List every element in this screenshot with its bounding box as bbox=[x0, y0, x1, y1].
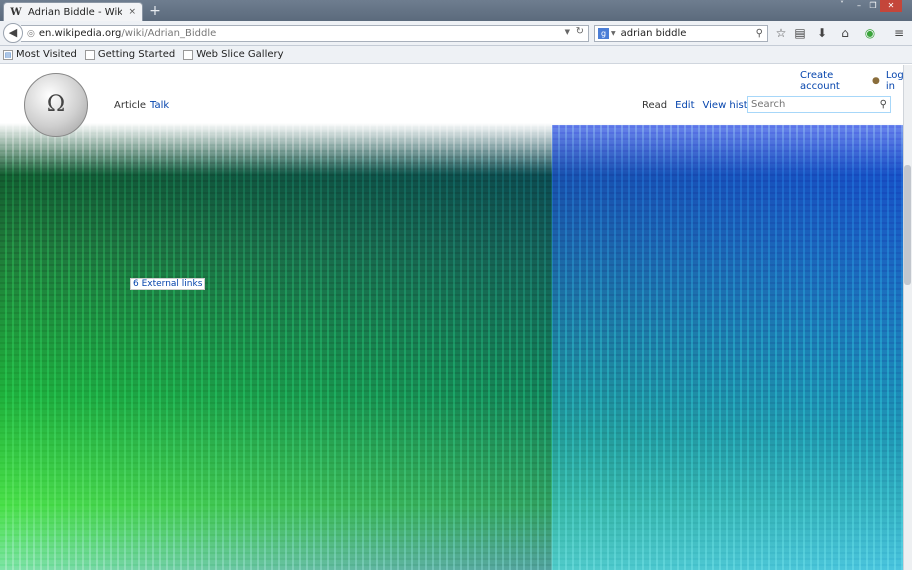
minimize-button[interactable]: – bbox=[852, 0, 866, 12]
home-icon[interactable]: ⌂ bbox=[836, 25, 854, 42]
user-icon: ● bbox=[872, 76, 880, 86]
window-controls: – ❐ ✕ bbox=[852, 0, 902, 12]
page-icon bbox=[183, 49, 194, 60]
addon-icon[interactable]: ◉ bbox=[861, 25, 879, 42]
back-button[interactable]: ◀ bbox=[3, 23, 23, 43]
search-icon[interactable]: ⚲ bbox=[880, 99, 887, 110]
tab-article[interactable]: Article bbox=[114, 100, 147, 111]
tab-title: Adrian Biddle - Wikipedia, the ... bbox=[28, 6, 123, 18]
new-tab-button[interactable]: + bbox=[148, 3, 162, 19]
url-dropdown-icon[interactable]: ▼ bbox=[565, 28, 570, 36]
download-icon[interactable]: ⬇ bbox=[813, 25, 831, 42]
page-icon bbox=[84, 49, 95, 60]
folder-icon: ▤ bbox=[3, 49, 13, 60]
wiki-search-input[interactable] bbox=[751, 99, 880, 110]
create-account-link[interactable]: Create account bbox=[800, 70, 866, 92]
personal-tools: Create account ● Log in bbox=[800, 70, 912, 92]
window-titlebar: W Adrian Biddle - Wikipedia, the ... × +… bbox=[0, 0, 912, 21]
globe-icon: ◎ bbox=[27, 28, 35, 39]
tab-close-icon[interactable]: × bbox=[128, 7, 136, 17]
bookmarks-toolbar: ▤ Most Visited Getting Started Web Slice… bbox=[0, 46, 912, 64]
reading-list-icon[interactable]: ▤ bbox=[791, 25, 809, 42]
google-icon[interactable]: g bbox=[598, 28, 609, 39]
search-icon[interactable]: ⚲ bbox=[756, 28, 763, 39]
bookmark-getting-started[interactable]: Getting Started bbox=[84, 49, 175, 60]
tab-talk[interactable]: Talk bbox=[150, 100, 169, 111]
reload-icon[interactable]: ↻ bbox=[576, 26, 584, 37]
search-input[interactable]: adrian biddle bbox=[621, 28, 756, 39]
bookmark-most-visited[interactable]: ▤ Most Visited bbox=[3, 49, 77, 60]
menu-icon[interactable]: ≡ bbox=[890, 25, 908, 42]
chevron-down-icon[interactable]: ˅ bbox=[840, 0, 850, 9]
bookmark-web-slice-gallery[interactable]: Web Slice Gallery bbox=[183, 49, 284, 60]
search-bar[interactable]: g ▼ adrian biddle ⚲ bbox=[594, 25, 768, 42]
page-content: Ω Article Talk Create account ● Log in R… bbox=[0, 65, 912, 570]
search-engine-dropdown-icon[interactable]: ▼ bbox=[611, 30, 616, 37]
page-views: Read Edit View history bbox=[642, 100, 764, 111]
wikipedia-favicon-icon: W bbox=[10, 6, 22, 18]
browser-tab[interactable]: W Adrian Biddle - Wikipedia, the ... × bbox=[3, 2, 143, 21]
restore-button[interactable]: ❐ bbox=[866, 0, 880, 12]
url-host: en.wikipedia.org bbox=[38, 28, 122, 39]
url-bar[interactable]: ◎ en.wikipedia.org /wiki/Adrian_Biddle ▼… bbox=[21, 25, 589, 42]
star-icon[interactable]: ☆ bbox=[772, 25, 790, 42]
close-window-button[interactable]: ✕ bbox=[880, 0, 902, 12]
tab-read[interactable]: Read bbox=[642, 100, 667, 111]
toc-external-links[interactable]: 6 External links bbox=[130, 278, 206, 290]
back-icon: ◀ bbox=[8, 26, 18, 39]
wikipedia-logo-icon[interactable]: Ω bbox=[24, 73, 88, 137]
page-scrollbar[interactable] bbox=[903, 65, 912, 570]
tab-edit[interactable]: Edit bbox=[675, 100, 694, 111]
wiki-search-box[interactable]: ⚲ bbox=[747, 96, 891, 113]
glitch-texture bbox=[0, 65, 912, 570]
url-path: /wiki/Adrian_Biddle bbox=[121, 28, 217, 39]
navigation-toolbar: ◎ en.wikipedia.org /wiki/Adrian_Biddle ▼… bbox=[0, 21, 912, 46]
scroll-thumb[interactable] bbox=[904, 165, 911, 285]
